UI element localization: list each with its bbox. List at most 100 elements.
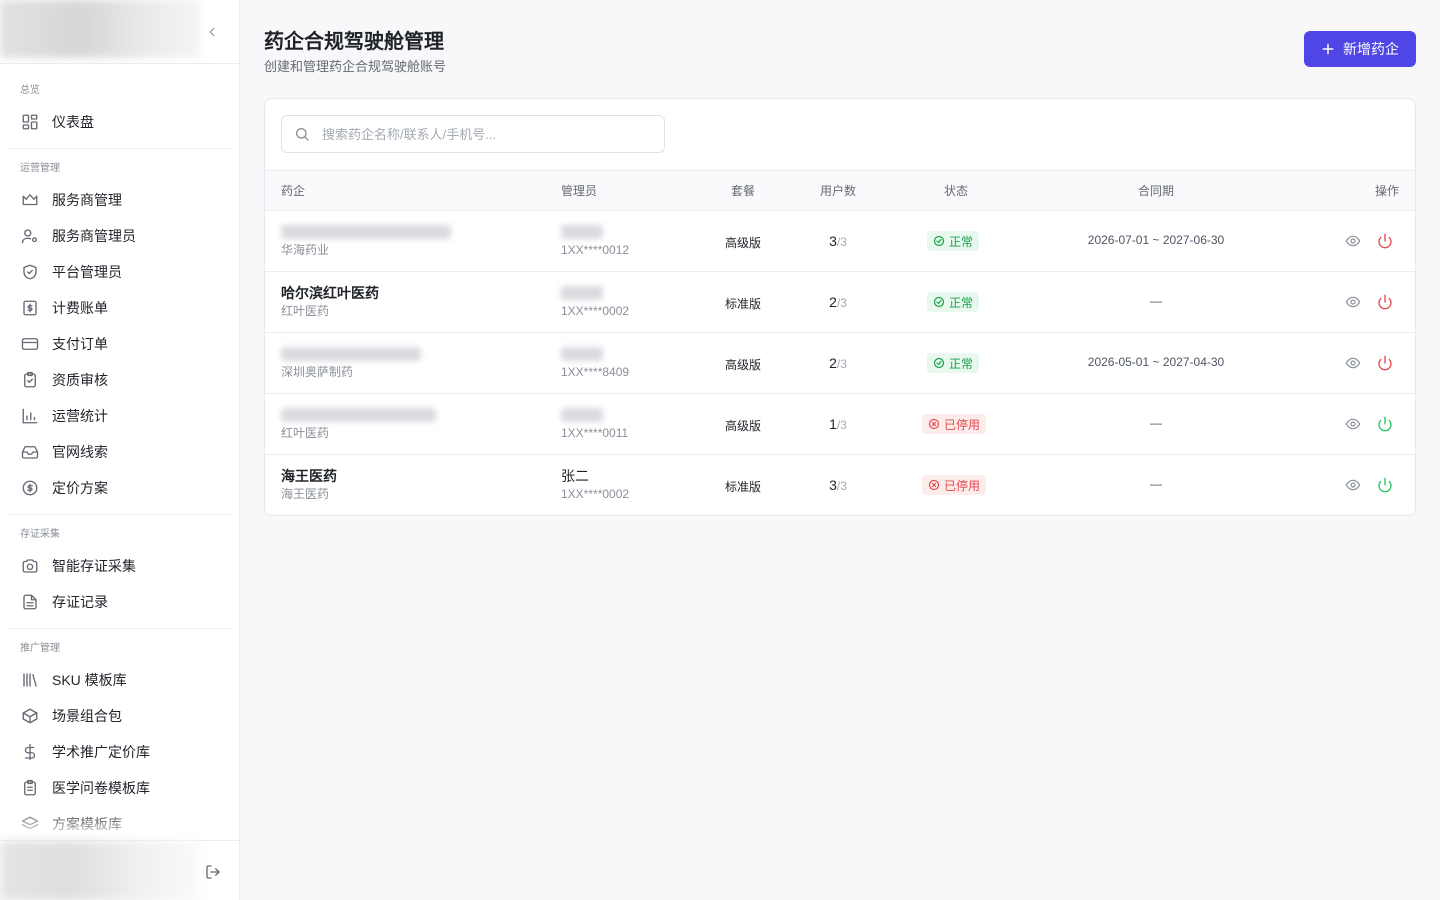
sidebar-item-label: 官网线索 (52, 444, 108, 460)
sidebar-item-label: 仪表盘 (52, 114, 94, 130)
sidebar-item-dollar-circle[interactable]: 定价方案 (8, 470, 231, 506)
disable-button[interactable] (1375, 353, 1395, 373)
admin-name-redacted (561, 225, 603, 239)
eye-icon (1345, 418, 1361, 430)
view-button[interactable] (1343, 475, 1363, 495)
add-company-label: 新增药企 (1343, 41, 1399, 57)
table-row[interactable]: 哈尔滨红叶医药 红叶医药 1XX****0002 标准版 2/3 正常 — (265, 272, 1415, 333)
eye-icon (1345, 235, 1361, 247)
table-row[interactable]: 红叶医药 1XX****0011 高级版 1/3 已停用 — (265, 394, 1415, 455)
admin-cell: 1XX****8409 (561, 345, 629, 381)
sidebar-item-library[interactable]: SKU 模板库 (8, 662, 231, 698)
company-short-name: 红叶医药 (281, 304, 330, 318)
contract-period: — (1150, 416, 1162, 430)
nav-divider (8, 148, 231, 149)
table-row[interactable]: 深圳奥萨制药 1XX****8409 高级版 2/3 正常 2026-05-01… (265, 333, 1415, 394)
admin-name-redacted (561, 408, 603, 422)
power-icon (1378, 233, 1392, 249)
user-profile[interactable] (0, 841, 200, 900)
view-button[interactable] (1343, 231, 1363, 251)
nav-section-title: 推广管理 (20, 643, 60, 654)
view-button[interactable] (1343, 353, 1363, 373)
enable-button[interactable] (1375, 414, 1395, 434)
crown-icon (20, 190, 40, 210)
logo-area (0, 0, 239, 64)
sidebar-item-clipboard-check[interactable]: 资质审核 (8, 362, 231, 398)
company-cell: 红叶医药 (281, 406, 436, 442)
sidebar-item-user-cog[interactable]: 服务商管理员 (8, 218, 231, 254)
view-button[interactable] (1343, 414, 1363, 434)
plan: 标准版 (724, 480, 761, 494)
status-label: 已停用 (944, 478, 981, 493)
status-badge: 已停用 (922, 475, 987, 495)
nav-divider (8, 628, 231, 629)
sidebar-item-label: 支付订单 (52, 336, 108, 352)
eye-icon (1345, 296, 1361, 308)
disable-button[interactable] (1375, 292, 1395, 312)
admin-cell: 1XX****0011 (561, 406, 628, 442)
sidebar-item-dollar-sign[interactable]: 学术推广定价库 (8, 734, 231, 770)
sidebar: 总览 仪表盘 运营管理 服务商管理 服务商管理员 平台管理员 计费账单 支付订单… (0, 0, 240, 900)
disable-button[interactable] (1375, 231, 1395, 251)
contract-period: — (1150, 477, 1162, 491)
sidebar-item-shield-check[interactable]: 平台管理员 (8, 254, 231, 290)
sidebar-item-label: 智能存证采集 (52, 558, 136, 574)
col-actions: 操作 (1375, 184, 1400, 198)
col-company: 药企 (281, 184, 306, 198)
admin-cell: 1XX****0002 (561, 284, 629, 320)
search-input[interactable] (322, 126, 642, 142)
admin-cell: 1XX****0012 (561, 223, 629, 259)
sidebar-item-file-text[interactable]: 存证记录 (8, 584, 231, 620)
credit-card-icon (20, 334, 40, 354)
table-row[interactable]: 华海药业 1XX****0012 高级版 3/3 正常 2026-07-01 ~… (265, 211, 1415, 272)
clipboard-check-icon (20, 370, 40, 390)
sidebar-item-label: 场景组合包 (52, 708, 122, 724)
nav-section-title: 运营管理 (20, 163, 60, 174)
contract-period: 2026-07-01 ~ 2027-06-30 (1087, 233, 1225, 247)
plan: 高级版 (724, 358, 761, 372)
search-box[interactable] (281, 115, 665, 153)
col-status: 状态 (944, 184, 969, 198)
user-count: 2/3 (808, 355, 868, 373)
company-cell: 深圳奥萨制药 (281, 345, 421, 381)
sidebar-item-camera[interactable]: 智能存证采集 (8, 548, 231, 584)
x-circle-icon (928, 418, 940, 430)
bar-chart-icon (20, 406, 40, 426)
status-cell: 正常 (927, 231, 980, 252)
company-name: 海王医药 (281, 468, 337, 484)
enable-button[interactable] (1375, 475, 1395, 495)
user-count-total: /3 (836, 296, 847, 310)
sidebar-item-dashboard[interactable]: 仪表盘 (8, 104, 231, 140)
table-row[interactable]: 海王医药 海王医药 张二 1XX****0002 标准版 3/3 已停用 — (265, 455, 1415, 515)
power-icon (1378, 294, 1392, 310)
x-circle-icon (928, 479, 940, 491)
user-count: 3/3 (808, 477, 868, 495)
plus-icon (1321, 42, 1335, 56)
col-admin: 管理员 (561, 184, 598, 198)
sidebar-item-package[interactable]: 场景组合包 (8, 698, 231, 734)
company-cell: 华海药业 (281, 223, 451, 259)
sidebar-item-receipt-dollar[interactable]: 计费账单 (8, 290, 231, 326)
user-count-total: /3 (836, 235, 847, 249)
sidebar-item-clipboard-list[interactable]: 医学问卷模板库 (8, 770, 231, 806)
power-icon (1378, 477, 1392, 493)
sidebar-item-label: 运营统计 (52, 408, 108, 424)
status-label: 正常 (949, 295, 974, 310)
sidebar-item-credit-card[interactable]: 支付订单 (8, 326, 231, 362)
logout-button[interactable] (203, 862, 223, 882)
view-button[interactable] (1343, 292, 1363, 312)
sidebar-nav: 总览 仪表盘 运营管理 服务商管理 服务商管理员 平台管理员 计费账单 支付订单… (0, 64, 239, 834)
power-icon (1378, 355, 1392, 371)
user-count-value: 3 (829, 233, 837, 249)
sidebar-item-bar-chart[interactable]: 运营统计 (8, 398, 231, 434)
shield-check-icon (20, 262, 40, 282)
collapse-sidebar-button[interactable] (202, 22, 222, 42)
add-company-button[interactable]: 新增药企 (1304, 31, 1416, 67)
sidebar-item-inbox[interactable]: 官网线索 (8, 434, 231, 470)
sidebar-item-label: 学术推广定价库 (52, 744, 150, 760)
contract-period: 2026-05-01 ~ 2027-04-30 (1087, 355, 1225, 369)
sidebar-item-crown[interactable]: 服务商管理 (8, 182, 231, 218)
user-count-total: /3 (836, 357, 847, 371)
company-short-name: 深圳奥萨制药 (281, 365, 354, 379)
plan: 高级版 (724, 419, 761, 433)
